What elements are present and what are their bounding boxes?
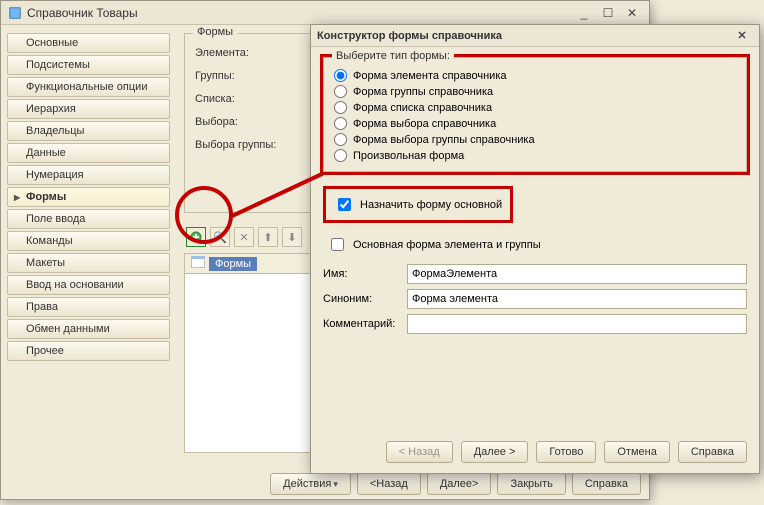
sidebar-item-prochee[interactable]: Прочее bbox=[7, 341, 170, 361]
add-button[interactable] bbox=[186, 227, 206, 247]
form-constructor-dialog: Конструктор формы справочника ✕ Выберите… bbox=[310, 24, 760, 474]
assign-main-checkbox-row[interactable]: Назначить форму основной bbox=[334, 195, 502, 214]
radio-input[interactable] bbox=[334, 133, 347, 146]
form-type-legend: Выберите тип формы: bbox=[332, 50, 454, 62]
sidebar-item-formy[interactable]: Формы bbox=[7, 187, 170, 207]
sidebar-item-vvod-na-osnov[interactable]: Ввод на основании bbox=[7, 275, 170, 295]
tree-selected-item[interactable]: Формы bbox=[209, 257, 257, 271]
dialog-button-bar: < Назад Далее > Готово Отмена Справка bbox=[323, 441, 747, 463]
sidebar-item-label: Поле ввода bbox=[26, 213, 85, 225]
radio-label: Форма выбора группы справочника bbox=[353, 134, 535, 146]
elementa-label: Элемента: bbox=[195, 47, 295, 59]
name-label: Имя: bbox=[323, 268, 403, 280]
radio-label: Форма элемента справочника bbox=[353, 70, 507, 82]
sidebar-item-label: Иерархия bbox=[26, 103, 76, 115]
sidebar-item-podsistemy[interactable]: Подсистемы bbox=[7, 55, 170, 75]
magnify-button[interactable]: 🔍 bbox=[210, 227, 230, 247]
assign-main-checkbox[interactable] bbox=[338, 198, 351, 211]
synonym-label: Синоним: bbox=[323, 293, 403, 305]
up-button[interactable]: ⬆ bbox=[258, 227, 278, 247]
next-button[interactable]: Далее> bbox=[427, 473, 492, 495]
radio-input[interactable] bbox=[334, 69, 347, 82]
sidebar-item-label: Нумерация bbox=[26, 169, 84, 181]
radio-input[interactable] bbox=[334, 85, 347, 98]
radio-form-vybora[interactable]: Форма выбора справочника bbox=[334, 117, 736, 130]
sidebar-item-obmen-dannymi[interactable]: Обмен данными bbox=[7, 319, 170, 339]
dialog-help-button[interactable]: Справка bbox=[678, 441, 747, 463]
dialog-titlebar: Конструктор формы справочника ✕ bbox=[311, 25, 759, 47]
sidebar-item-label: Права bbox=[26, 301, 58, 313]
sidebar-item-label: Владельцы bbox=[26, 125, 84, 137]
sidebar-item-numeratsiya[interactable]: Нумерация bbox=[7, 165, 170, 185]
name-input[interactable] bbox=[407, 264, 747, 284]
main-titlebar: Справочник Товары _ ☐ ✕ bbox=[1, 1, 649, 25]
sidebar-item-label: Формы bbox=[26, 191, 66, 203]
help-main-button[interactable]: Справка bbox=[572, 473, 641, 495]
sidebar-item-makety[interactable]: Макеты bbox=[7, 253, 170, 273]
sidebar-item-komandy[interactable]: Команды bbox=[7, 231, 170, 251]
sidebar-item-dannye[interactable]: Данные bbox=[7, 143, 170, 163]
sidebar: Основные Подсистемы Функциональные опции… bbox=[1, 25, 176, 467]
radio-input[interactable] bbox=[334, 117, 347, 130]
sidebar-item-pole-vvoda[interactable]: Поле ввода bbox=[7, 209, 170, 229]
dialog-done-button[interactable]: Готово bbox=[536, 441, 596, 463]
comment-input[interactable] bbox=[407, 314, 747, 334]
comment-label: Комментарий: bbox=[323, 318, 403, 330]
radio-label: Форма выбора справочника bbox=[353, 118, 496, 130]
radio-input[interactable] bbox=[334, 149, 347, 162]
assign-main-label: Назначить форму основной bbox=[360, 199, 502, 211]
main-elem-label: Основная форма элемента и группы bbox=[353, 239, 541, 251]
sidebar-item-label: Команды bbox=[26, 235, 73, 247]
dialog-title-text: Конструктор формы справочника bbox=[317, 30, 502, 42]
sidebar-item-label: Макеты bbox=[26, 257, 65, 269]
vybora-label: Выбора: bbox=[195, 116, 295, 128]
formy-legend: Формы bbox=[193, 26, 237, 38]
radio-form-gruppy[interactable]: Форма группы справочника bbox=[334, 85, 736, 98]
sidebar-item-label: Функциональные опции bbox=[26, 81, 147, 93]
radio-label: Произвольная форма bbox=[353, 150, 464, 162]
main-title: Справочник Товары bbox=[27, 6, 138, 20]
form-icon bbox=[191, 256, 205, 271]
radio-input[interactable] bbox=[334, 101, 347, 114]
synonym-input[interactable] bbox=[407, 289, 747, 309]
dialog-close-button[interactable]: ✕ bbox=[731, 27, 753, 45]
close-button[interactable]: ✕ bbox=[621, 4, 643, 22]
radio-form-spiska[interactable]: Форма списка справочника bbox=[334, 101, 736, 114]
minimize-button[interactable]: _ bbox=[573, 4, 595, 22]
sidebar-item-label: Данные bbox=[26, 147, 66, 159]
sidebar-item-osnovnye[interactable]: Основные bbox=[7, 33, 170, 53]
sidebar-item-func-opcii[interactable]: Функциональные опции bbox=[7, 77, 170, 97]
cube-icon bbox=[7, 5, 23, 21]
radio-label: Форма группы справочника bbox=[353, 86, 493, 98]
vybora-gruppy-label: Выбора группы: bbox=[195, 139, 295, 151]
dialog-next-button[interactable]: Далее > bbox=[461, 441, 529, 463]
radio-form-elementa[interactable]: Форма элемента справочника bbox=[334, 69, 736, 82]
gruppy-label: Группы: bbox=[195, 70, 295, 82]
actions-button[interactable]: Действия bbox=[270, 473, 351, 495]
spiska-label: Списка: bbox=[195, 93, 295, 105]
assign-main-outline: Назначить форму основной bbox=[323, 186, 513, 223]
main-elem-checkbox[interactable] bbox=[331, 238, 344, 251]
dialog-back-button[interactable]: < Назад bbox=[386, 441, 453, 463]
back-button[interactable]: <Назад bbox=[357, 473, 421, 495]
radio-form-vybora-gruppy[interactable]: Форма выбора группы справочника bbox=[334, 133, 736, 146]
sidebar-item-ierarkhiya[interactable]: Иерархия bbox=[7, 99, 170, 119]
form-type-groupbox: Выберите тип формы: Форма элемента справ… bbox=[323, 57, 747, 172]
radio-form-proizvolnaya[interactable]: Произвольная форма bbox=[334, 149, 736, 162]
sidebar-item-prava[interactable]: Права bbox=[7, 297, 170, 317]
sidebar-item-vladeltsy[interactable]: Владельцы bbox=[7, 121, 170, 141]
sidebar-item-label: Ввод на основании bbox=[26, 279, 124, 291]
radio-label: Форма списка справочника bbox=[353, 102, 492, 114]
sidebar-item-label: Обмен данными bbox=[26, 323, 110, 335]
down-button[interactable]: ⬇ bbox=[282, 227, 302, 247]
sidebar-item-label: Прочее bbox=[26, 345, 64, 357]
sidebar-item-label: Основные bbox=[26, 37, 78, 49]
maximize-button[interactable]: ☐ bbox=[597, 4, 619, 22]
main-elem-checkbox-row[interactable]: Основная форма элемента и группы bbox=[327, 235, 747, 254]
delete-button[interactable]: ✕ bbox=[234, 227, 254, 247]
dialog-cancel-button[interactable]: Отмена bbox=[604, 441, 669, 463]
sidebar-item-label: Подсистемы bbox=[26, 59, 90, 71]
close-main-button[interactable]: Закрыть bbox=[497, 473, 565, 495]
